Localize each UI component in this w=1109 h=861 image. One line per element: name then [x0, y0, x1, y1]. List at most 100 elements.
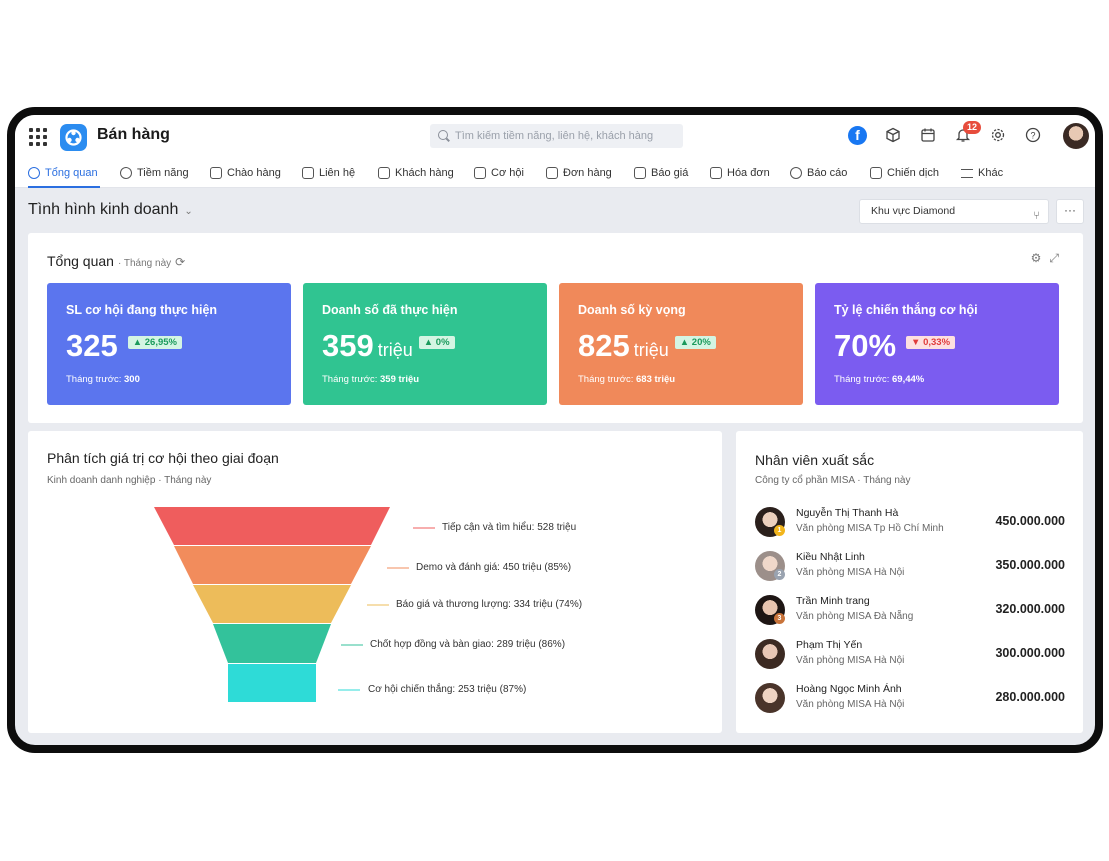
kpi-number: 325 — [66, 328, 118, 363]
list-item[interactable]: 2 Kiều Nhật Linh Văn phòng MISA Hà Nội 3… — [755, 549, 1069, 585]
gear-icon[interactable]: ⚙ — [1031, 251, 1050, 265]
funnel-label-1: Tiếp cận và tìm hiểu: 528 triệu — [442, 522, 576, 533]
kpi-prev-label: Tháng trước: — [834, 374, 890, 385]
kpi-change-badge: ▲ 0% — [418, 336, 455, 350]
contact-icon — [302, 167, 314, 179]
nav-item-khach-hang[interactable]: Khách hàng — [378, 158, 454, 188]
nav-label: Đơn hàng — [563, 167, 612, 179]
kpi-value: 825 triệu ▲ 20% — [578, 328, 716, 364]
medal-badge: 3 — [774, 613, 785, 624]
list-item[interactable]: 1 Nguyễn Thị Thanh Hà Văn phòng MISA Tp … — [755, 505, 1069, 541]
nav-item-co-hoi[interactable]: Cơ hội — [474, 158, 524, 188]
nav-item-tong-quan[interactable]: Tổng quan — [28, 158, 100, 188]
app-logo-icon — [60, 124, 87, 151]
nav-item-bao-cao[interactable]: Báo cáo — [790, 158, 847, 188]
kpi-prev-label: Tháng trước: — [322, 374, 378, 385]
nav-item-chien-dich[interactable]: Chiến dịch — [870, 158, 939, 188]
kpi-previous: Tháng trước: 69,44% — [834, 374, 924, 385]
hierarchy-icon: ⑂ — [1033, 210, 1040, 222]
top-bar: Bán hàng Tìm kiếm tiềm năng, liên hệ, kh… — [15, 115, 1095, 188]
employee-name: Phạm Thị Yến — [796, 639, 863, 651]
employee-name: Hoàng Ngọc Minh Ánh — [796, 683, 902, 695]
magnet-icon — [210, 167, 222, 179]
refresh-icon[interactable]: ⟳ — [175, 255, 185, 269]
help-icon[interactable]: ? — [1023, 127, 1043, 147]
search-icon — [438, 130, 448, 140]
nav-item-bao-gia[interactable]: Báo giá — [634, 158, 688, 188]
stage-name: Báo giá và thương lượng: — [396, 599, 511, 610]
app-grid-icon[interactable] — [29, 128, 47, 146]
kpi-label: Tỷ lệ chiến thắng cơ hội — [834, 303, 978, 317]
search-placeholder: Tìm kiếm tiềm năng, liên hệ, khách hàng — [455, 130, 654, 142]
kpi-card-realized-revenue[interactable]: Doanh số đã thực hiện 359 triệu ▲ 0% Tháng… — [303, 283, 547, 405]
medal-badge: 2 — [774, 569, 785, 580]
stage-name: Tiếp cận và tìm hiểu: — [442, 522, 535, 533]
nav-label: Khác — [978, 167, 1004, 179]
kpi-label: Doanh số kỳ vọng — [578, 303, 686, 317]
nav-label: Chiến dịch — [887, 167, 939, 179]
employee-office: Văn phòng MISA Hà Nội — [796, 567, 905, 578]
kpi-number: 359 — [322, 328, 374, 363]
nav-label: Báo giá — [651, 167, 689, 179]
kpi-value: 325 ▲ 26,95% — [66, 328, 182, 364]
user-avatar[interactable] — [1063, 123, 1089, 149]
employees-title: Nhân viên xuất sắc — [755, 452, 875, 468]
wallet-icon — [474, 167, 486, 179]
funnel-stage-2[interactable] — [174, 546, 371, 584]
package-icon[interactable] — [883, 127, 903, 147]
nav-label: Khách hàng — [395, 167, 454, 179]
overview-card: Tổng quan · Tháng này ⟳ ⚙⤢ SL cơ hội đang … — [28, 233, 1083, 423]
calendar-icon[interactable] — [918, 127, 938, 147]
svg-text:?: ? — [1030, 131, 1035, 141]
bell-icon[interactable]: 12 — [953, 121, 982, 147]
nav-label: Hóa đơn — [727, 167, 770, 179]
quote-icon — [634, 167, 646, 179]
top-employees-card: Nhân viên xuất sắc Công ty cổ phần MISA … — [736, 431, 1083, 733]
kpi-card-win-rate[interactable]: Tỷ lệ chiến thắng cơ hội 70% ▼ 0,33% Thán… — [815, 283, 1059, 405]
kpi-value: 70% ▼ 0,33% — [834, 328, 956, 364]
gear-icon[interactable] — [988, 127, 1008, 147]
employee-office: Văn phòng MISA Hà Nội — [796, 655, 905, 666]
funnel-stage-3[interactable] — [193, 585, 351, 623]
nav-label: Tiềm năng — [137, 167, 189, 179]
app-title: Bán hàng — [97, 126, 170, 143]
facebook-icon[interactable]: f — [848, 126, 867, 145]
kpi-unit: triệu — [633, 340, 669, 360]
avatar — [755, 683, 785, 713]
nav-item-khac[interactable]: Khác — [961, 158, 1003, 188]
kpi-previous: Tháng trước: 300 — [66, 374, 140, 385]
nav-item-lien-he[interactable]: Liên hệ — [302, 158, 355, 188]
kpi-label: Doanh số đã thực hiện — [322, 303, 458, 317]
employee-revenue: 320.000.000 — [995, 602, 1065, 616]
employee-revenue: 350.000.000 — [995, 558, 1065, 572]
expand-icon[interactable]: ⤢ — [1049, 251, 1067, 265]
list-item[interactable]: 3 Trần Minh trang Văn phòng MISA Đà Nẵng… — [755, 593, 1069, 629]
search-input[interactable]: Tìm kiếm tiềm năng, liên hệ, khách hàng — [430, 124, 683, 148]
overview-period[interactable]: · Tháng này — [118, 258, 171, 269]
main-nav: Tổng quan Tiềm năng Chào hàng Liên hệ Kh… — [15, 158, 1095, 188]
kpi-card-expected-revenue[interactable]: Doanh số kỳ vọng 825 triệu ▲ 20% Tháng trư… — [559, 283, 803, 405]
region-select[interactable]: Khu vực Diamond ⑂ — [859, 199, 1049, 224]
employee-name: Trần Minh trang — [796, 595, 870, 607]
funnel-stage-1[interactable] — [154, 507, 390, 545]
cart-icon — [546, 167, 558, 179]
stage-value: 334 triệu (74%) — [513, 599, 583, 610]
list-item[interactable]: Phạm Thị Yến Văn phòng MISA Hà Nội 300.0… — [755, 637, 1069, 673]
kpi-number: 825 — [578, 328, 630, 363]
kpi-value: 359 triệu ▲ 0% — [322, 328, 455, 364]
stage-name: Chốt hợp đồng và bàn giao: — [370, 639, 494, 650]
user-icon — [120, 167, 132, 179]
kpi-change-badge: ▼ 0,33% — [906, 336, 956, 350]
list-item[interactable]: Hoàng Ngọc Minh Ánh Văn phòng MISA Hà Nộ… — [755, 681, 1069, 717]
funnel-stage-4[interactable] — [213, 624, 331, 663]
nav-item-don-hang[interactable]: Đơn hàng — [546, 158, 612, 188]
funnel-stage-5[interactable] — [228, 664, 316, 702]
region-value: Khu vực Diamond — [871, 205, 956, 217]
kpi-card-opportunities[interactable]: SL cơ hội đang thực hiện 325 ▲ 26,95% Thá… — [47, 283, 291, 405]
page-title[interactable]: Tình hình kinh doanh ⌄ — [28, 201, 193, 219]
nav-item-hoa-don[interactable]: Hóa đơn — [710, 158, 770, 188]
nav-item-tiem-nang[interactable]: Tiềm năng — [120, 158, 189, 188]
nav-item-chao-hang[interactable]: Chào hàng — [210, 158, 281, 188]
employee-office: Văn phòng MISA Hà Nội — [796, 699, 905, 710]
more-button[interactable]: ··· — [1056, 199, 1084, 224]
